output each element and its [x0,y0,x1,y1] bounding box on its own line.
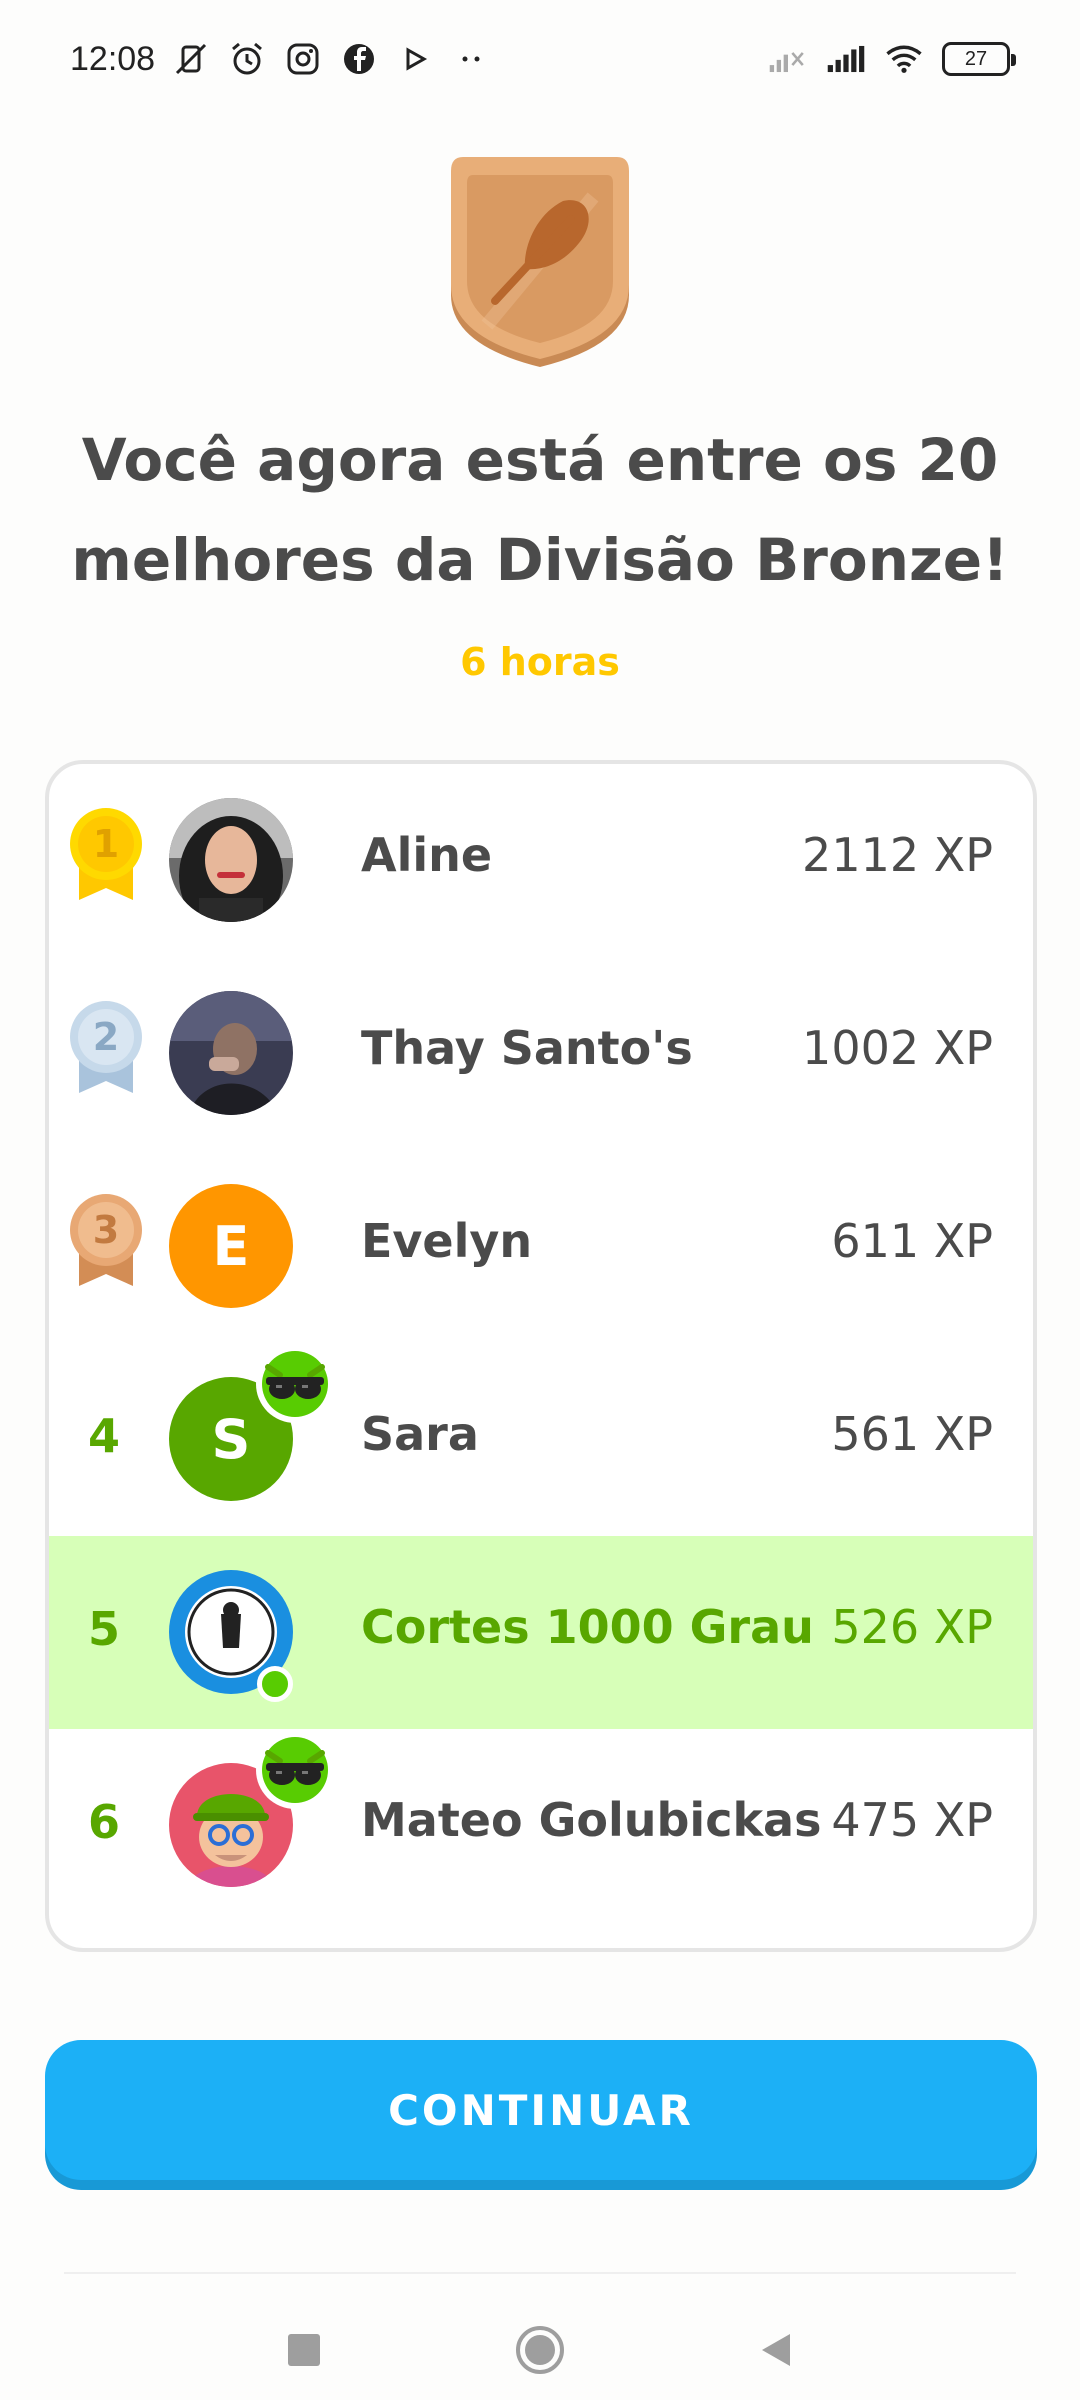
status-bar: 12:08 27 [0,0,1080,118]
avatar[interactable] [169,991,293,1115]
user-xp: 561 XP [831,1407,993,1461]
user-name: Thay Santo's [361,1021,693,1075]
user-name: Cortes 1000 Grau [361,1600,814,1654]
medal-number: 2 [93,1015,119,1059]
leaderboard-row[interactable]: 1 Aline 2112 XP [49,764,1033,957]
status-time: 12:08 [70,39,156,78]
bronze-medal-icon: 3 [65,1190,147,1290]
medal-number: 1 [93,822,119,866]
more-dots-icon [451,39,491,79]
user-name: Mateo Golubickas [361,1793,822,1847]
silver-medal-icon: 2 [65,997,147,1097]
user-name: Sara [361,1407,479,1461]
rank-number: 6 [87,1795,120,1849]
user-xp: 475 XP [831,1793,993,1847]
leaderboard-row[interactable]: 6 Mateo Golubickas 475 XP [49,1729,1033,1922]
signal-icon [768,39,808,79]
page-title: Você agora está entre os 20 melhores da … [60,410,1020,610]
gold-medal-icon: 1 [65,804,147,904]
home-icon[interactable] [500,2310,580,2390]
leaderboard-row-current-user[interactable]: 5 Cortes 1000 Grau 526 XP [49,1536,1033,1729]
avatar-letter: S [211,1407,251,1471]
time-remaining: 6 horas [460,640,620,684]
user-xp: 2112 XP [802,828,993,882]
play-icon [395,39,435,79]
medal-number: 3 [93,1208,119,1252]
user-name: Evelyn [361,1214,533,1268]
signal-icon [826,39,866,79]
user-xp: 611 XP [831,1214,993,1268]
mute-vibrate-icon [171,39,211,79]
bronze-league-badge-icon [443,155,637,375]
avatar[interactable]: E [169,1184,293,1308]
alarm-icon [227,39,267,79]
recent-apps-icon[interactable] [264,2310,344,2390]
owl-sunglasses-icon [254,1343,336,1425]
leaderboard-row[interactable]: 4 S Sara 561 XP [49,1343,1033,1536]
rank-number: 5 [87,1602,120,1656]
headline-line-1: Você agora está entre os 20 [81,426,999,494]
avatar[interactable] [169,798,293,922]
user-xp: 526 XP [831,1600,993,1654]
facebook-icon [339,39,379,79]
user-name: Aline [361,828,493,882]
headline-line-2: melhores da Divisão Bronze! [71,526,1009,594]
instagram-icon [283,39,323,79]
nav-divider [64,2272,1016,2274]
wifi-icon [884,39,924,79]
leaderboard-row[interactable]: 3 E Evelyn 611 XP [49,1150,1033,1343]
back-icon[interactable] [736,2310,816,2390]
owl-sunglasses-icon [254,1729,336,1811]
user-xp: 1002 XP [802,1021,993,1075]
continue-button[interactable]: CONTINUAR [45,2040,1037,2180]
system-nav-bar [0,2290,1080,2400]
avatar-letter: E [212,1214,250,1278]
leaderboard: 1 Aline 2112 XP 2 Thay Santo's 1002 XP 3… [45,760,1037,1952]
status-right: 27 [768,39,1016,79]
online-status-dot [257,1666,293,1702]
leaderboard-row[interactable]: 2 Thay Santo's 1002 XP [49,957,1033,1150]
battery-icon: 27 [942,42,1016,76]
rank-number: 4 [87,1409,120,1463]
status-left: 12:08 [70,39,491,79]
